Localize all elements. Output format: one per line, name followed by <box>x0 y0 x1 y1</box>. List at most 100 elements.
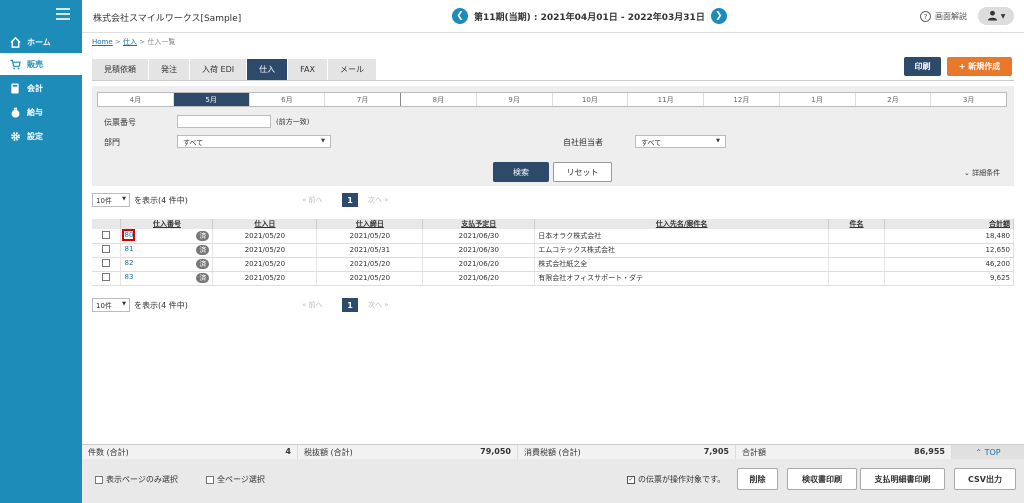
month-nov[interactable]: 11月 <box>628 93 704 106</box>
sidebar-item-accounting[interactable]: 会計 <box>0 77 82 99</box>
per-page-select[interactable]: 10件 ▼ <box>92 298 130 312</box>
search-button[interactable]: 検索 <box>493 162 549 182</box>
sidebar-item-payroll[interactable]: 給与 <box>0 101 82 123</box>
calculator-icon <box>9 82 21 94</box>
net-label: 税抜額 (合計) <box>304 448 353 457</box>
table-header-row: 仕入番号 仕入日 仕入締日 支払予定日 仕入先名/案件名 件名 合計額 <box>92 219 1014 229</box>
department-select[interactable]: すべて ▼ <box>177 135 331 148</box>
detail-conditions-toggle[interactable]: ⌄ 詳細条件 <box>964 168 1000 178</box>
hamburger-menu-icon[interactable] <box>56 8 70 20</box>
total-amount: 12,650 <box>884 243 1014 258</box>
select-column-header <box>92 219 122 229</box>
tab-order[interactable]: 発注 <box>149 59 189 80</box>
purchase-number-link[interactable]: 81 <box>124 245 133 253</box>
prefix-match-note: (前方一致) <box>276 118 310 126</box>
purchase-date: 2021/05/20 <box>212 243 318 258</box>
sidebar-item-sales[interactable]: 販売 <box>0 53 82 75</box>
slip-number-input[interactable] <box>177 115 271 128</box>
total-amount: 18,480 <box>884 229 1014 244</box>
sidebar-item-label: 設定 <box>27 131 43 141</box>
previous-period-icon[interactable]: ❮ <box>452 8 468 24</box>
column-header-payment-date[interactable]: 支払予定日 <box>422 219 536 229</box>
row-checkbox[interactable] <box>102 245 111 253</box>
month-dec[interactable]: 12月 <box>704 93 780 106</box>
next-period-icon[interactable]: ❯ <box>710 8 727 24</box>
breadcrumb-purchase[interactable]: 仕入 <box>123 38 137 46</box>
column-header-close-date[interactable]: 仕入締日 <box>316 219 424 229</box>
home-icon <box>9 36 21 48</box>
per-page-select[interactable]: 10件 ▼ <box>92 193 130 207</box>
column-header-total[interactable]: 合計額 <box>884 219 1014 229</box>
print-statement-button[interactable]: 支払明細書印刷 <box>860 468 945 490</box>
month-jul[interactable]: 7月 <box>325 93 401 106</box>
row-checkbox[interactable] <box>102 259 111 267</box>
checkbox-icon <box>206 475 214 484</box>
help-link[interactable]: ? 画面解説 <box>920 11 967 22</box>
prev-page-link[interactable]: « 前へ <box>302 300 323 310</box>
payment-date: 2021/06/20 <box>422 271 536 286</box>
tab-mail[interactable]: メール <box>327 59 376 80</box>
month-jan[interactable]: 1月 <box>780 93 856 106</box>
row-checkbox[interactable] <box>102 230 111 239</box>
next-page-link[interactable]: 次へ » <box>368 300 389 310</box>
page-1-button[interactable]: 1 <box>342 193 358 207</box>
pager-top: 10件 ▼ を表示(4 件中) « 前へ 1 次へ » <box>92 193 1014 207</box>
column-header-purchase-date[interactable]: 仕入日 <box>212 219 318 229</box>
month-feb[interactable]: 2月 <box>856 93 932 106</box>
column-header-purchase-no[interactable]: 仕入番号 <box>120 219 214 229</box>
tab-arrival-edi[interactable]: 入荷 EDI <box>190 59 247 80</box>
purchase-date: 2021/05/20 <box>212 271 318 286</box>
breadcrumb-home[interactable]: Home <box>92 38 113 46</box>
page-1-button[interactable]: 1 <box>342 298 358 312</box>
reset-button[interactable]: リセット <box>553 162 612 182</box>
csv-export-button[interactable]: CSV出力 <box>954 468 1016 490</box>
select-all-checkbox[interactable]: 全ページ選択 <box>206 474 265 485</box>
payment-date: 2021/06/30 <box>422 243 536 258</box>
sidebar-item-home[interactable]: ホーム <box>0 31 82 53</box>
count-label: 件数 (合計) <box>88 448 129 457</box>
subject <box>828 271 886 286</box>
sidebar-item-label: 会計 <box>27 83 43 93</box>
month-jun[interactable]: 6月 <box>250 93 326 106</box>
month-mar[interactable]: 3月 <box>931 93 1006 106</box>
chevron-up-icon: ⌃ <box>975 447 983 457</box>
total-amount: 9,625 <box>884 271 1014 286</box>
new-button[interactable]: + 新規作成 <box>947 57 1012 76</box>
checked-checkbox-icon: ✓ <box>627 475 635 484</box>
back-to-top-link[interactable]: ⌃ TOP <box>952 445 1024 459</box>
month-apr[interactable]: 4月 <box>98 93 174 106</box>
period-label: 第11期(当期) : 2021年04月01日 - 2022年03月31日 <box>474 12 705 23</box>
purchase-number-link[interactable]: 82 <box>124 259 133 267</box>
sidebar-item-settings[interactable]: 設定 <box>0 125 82 147</box>
sidebar-item-label: 給与 <box>27 107 43 117</box>
select-page-checkbox[interactable]: 表示ページのみ選択 <box>95 474 178 485</box>
tab-purchase[interactable]: 仕入 <box>247 59 288 80</box>
row-checkbox[interactable] <box>102 273 111 281</box>
tab-fax[interactable]: FAX <box>288 59 327 80</box>
user-menu-button[interactable]: ▼ <box>978 7 1014 25</box>
month-oct[interactable]: 10月 <box>553 93 629 106</box>
net-value: 79,050 <box>480 447 511 456</box>
subject <box>828 243 886 258</box>
chevron-down-icon: ▼ <box>321 138 325 144</box>
checkbox-icon <box>95 475 103 484</box>
close-date: 2021/05/20 <box>316 271 424 286</box>
month-sep[interactable]: 9月 <box>477 93 553 106</box>
column-header-vendor[interactable]: 仕入先名/案件名 <box>534 219 830 229</box>
top-bar: 株式会社スマイルワークス[Sample] ❮ 第11期(当期) : 2021年0… <box>82 0 1024 33</box>
month-aug[interactable]: 8月 <box>401 93 477 106</box>
breadcrumb: Home > 仕入 > 仕入一覧 <box>92 38 176 46</box>
next-page-link[interactable]: 次へ » <box>368 195 389 205</box>
staff-select[interactable]: すべて ▼ <box>635 135 726 148</box>
vendor-name: 株式会社紙之全 <box>534 257 830 272</box>
column-header-subject[interactable]: 件名 <box>828 219 886 229</box>
delete-button[interactable]: 削除 <box>737 468 778 490</box>
prev-page-link[interactable]: « 前へ <box>302 195 323 205</box>
purchase-number-link[interactable]: 83 <box>124 273 133 281</box>
month-may[interactable]: 5月 <box>173 93 250 106</box>
print-receipt-button[interactable]: 検収書印刷 <box>787 468 857 490</box>
purchase-number-link[interactable]: 80 <box>122 228 136 241</box>
tab-quote-request[interactable]: 見積依頼 <box>92 59 148 80</box>
status-badge: 済 <box>196 245 210 255</box>
print-button[interactable]: 印刷 <box>904 57 941 76</box>
